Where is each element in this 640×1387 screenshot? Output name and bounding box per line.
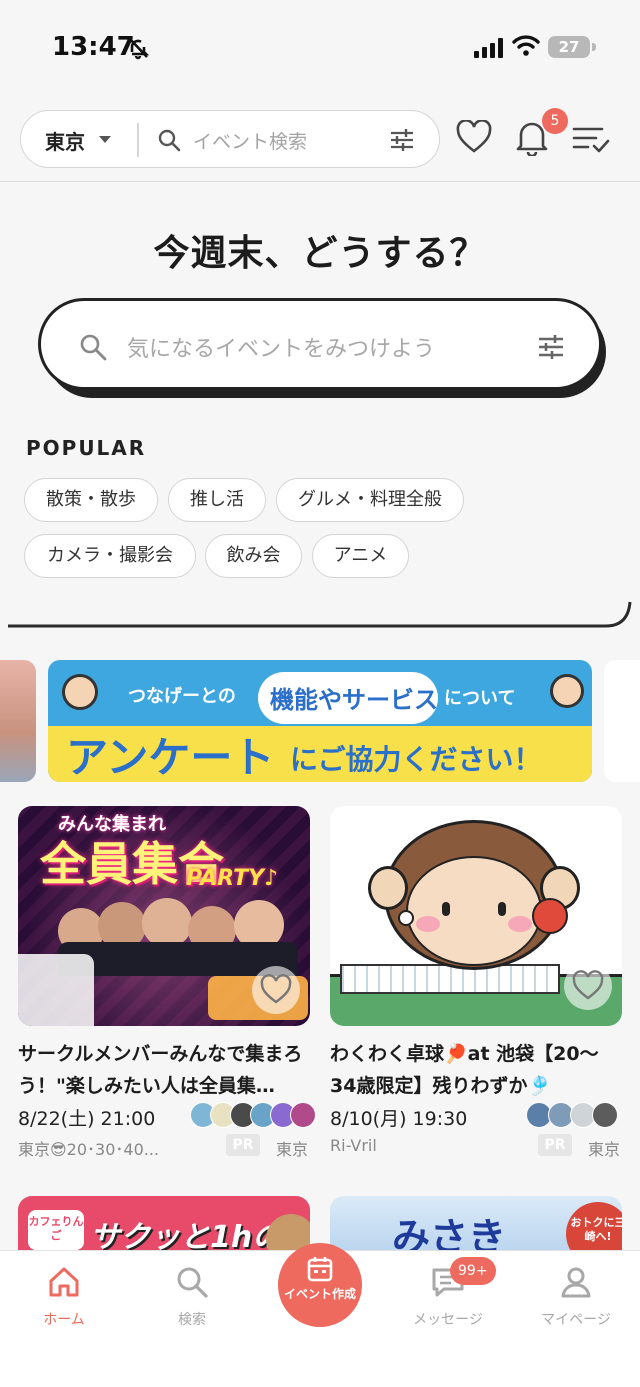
create-event-label: イベント作成 [283, 1287, 356, 1301]
filter-icon[interactable] [389, 128, 415, 152]
monkey-face [406, 856, 542, 966]
survey-banner[interactable]: つなげーとの 機能やサービス について アンケート にご協力ください！ [48, 660, 592, 782]
area-selector[interactable]: 東京 [45, 126, 85, 155]
banner-person-left [62, 674, 98, 710]
event-card[interactable]: わくわく卓球🏓at 池袋【20〜34歳限定】残りわずか🎐 8/10(月) 19:… [330, 806, 622, 1166]
main-search-bar[interactable]: 気になるイベントをみつけよう [38, 298, 602, 390]
tab-mypage[interactable]: マイページ [516, 1265, 636, 1329]
paddle-icon [532, 898, 568, 934]
favorites-heart-icon[interactable] [456, 120, 492, 154]
event-image-info-panel [18, 954, 94, 1026]
banner-text-3: について [444, 688, 516, 709]
wifi-icon [512, 35, 540, 56]
monkey-eye-left [442, 902, 450, 916]
event-title[interactable]: わくわく卓球🏓at 池袋【20〜34歳限定】残りわずか🎐 [330, 1038, 624, 1102]
chip-walk[interactable]: 散策・散歩 [24, 478, 158, 522]
tab-home-label: ホーム [43, 1312, 85, 1328]
chip-gourmet[interactable]: グルメ・料理全般 [276, 478, 464, 522]
monkey-eye-right [498, 902, 506, 916]
tab-home[interactable]: ホーム [4, 1265, 124, 1329]
search-icon [158, 129, 181, 152]
event-card-partial[interactable]: みさき おトクに三崎へ! [330, 1196, 622, 1256]
search-icon [80, 334, 107, 361]
event-image[interactable] [330, 806, 622, 1026]
chip-camera[interactable]: カメラ・撮影会 [24, 534, 196, 578]
event-area: 東京 [588, 1140, 621, 1159]
event-card[interactable]: みんな集まれ 全員集合 PARTY♪ サークルメンバーみんなで集まろう！"楽しみ… [18, 806, 316, 1166]
header-search-input[interactable]: イベント検索 [193, 127, 307, 154]
bottom-tab-bar: ホーム 検索 イベント作成 メッセージ 99+ マイページ [0, 1243, 640, 1387]
event-organizer: Ri-Vril [330, 1136, 377, 1155]
header-search-bar[interactable]: 東京 イベント検索 [20, 110, 440, 168]
banner-text-1: つなげーとの [128, 686, 236, 707]
create-event-button[interactable]: イベント作成 [278, 1243, 362, 1327]
banner-text-4: アンケート [66, 733, 275, 782]
event-image-logo: カフェりんご [28, 1210, 84, 1250]
banner-person-right [550, 674, 584, 708]
search-icon [177, 1267, 208, 1298]
chevron-down-icon[interactable] [99, 136, 111, 143]
favorite-button[interactable] [252, 966, 300, 1014]
banner-next-image[interactable] [604, 660, 640, 782]
home-icon [49, 1267, 79, 1297]
banner-prev-image[interactable] [0, 660, 36, 782]
monkey-cheek-right [508, 916, 532, 932]
event-image[interactable]: みんな集まれ 全員集合 PARTY♪ [18, 806, 310, 1026]
avatar [290, 1102, 316, 1128]
checklist-icon[interactable] [572, 124, 610, 154]
tab-mypage-label: マイページ [541, 1312, 611, 1328]
tab-messages-label: メッセージ [413, 1312, 483, 1328]
pr-badge: PR [538, 1134, 572, 1156]
event-title[interactable]: サークルメンバーみんなで集まろう！"楽しみたい人は全員集… [18, 1038, 312, 1102]
monkey-cheek-left [416, 916, 440, 932]
chip-anime[interactable]: アニメ [312, 534, 409, 578]
cellular-signal-icon [474, 38, 503, 58]
top-header: 東京 イベント検索 5 [0, 96, 640, 182]
chip-drinking[interactable]: 飲み会 [205, 534, 302, 578]
notification-badge: 5 [542, 108, 568, 134]
pr-badge: PR [226, 1134, 260, 1156]
calendar-icon [307, 1257, 333, 1282]
heart-icon [572, 970, 604, 1000]
page-title: 今週末、どうする？ [153, 233, 487, 274]
bell-off-icon [129, 38, 150, 60]
event-image-badge: おトクに三崎へ! [566, 1202, 622, 1256]
event-date: 8/22(土) 21:00 [18, 1108, 156, 1130]
event-card-partial[interactable]: カフェりんご サクッと1hの [18, 1196, 310, 1256]
event-organizer: 東京😎20･30･40... [18, 1140, 160, 1159]
user-icon [561, 1267, 591, 1298]
event-area: 東京 [276, 1140, 309, 1159]
ball-icon [398, 910, 414, 926]
battery-tip [592, 43, 596, 51]
main-search-input[interactable]: 気になるイベントをみつけよう [127, 331, 435, 363]
monkey-ear-left [368, 866, 408, 910]
tab-search-label: 検索 [178, 1312, 206, 1328]
chip-oshikatsu[interactable]: 推し活 [168, 478, 266, 522]
event-image-group-photo [58, 898, 298, 976]
banner-text-5: にご協力ください！ [290, 743, 542, 776]
event-date: 8/10(月) 19:30 [330, 1108, 468, 1130]
banner-text-2: 機能やサービス [270, 686, 438, 714]
event-image-headline: みさき [392, 1215, 507, 1256]
favorite-button[interactable] [564, 962, 612, 1010]
status-bar: 13:47 27 [0, 0, 640, 96]
battery-indicator: 27 [548, 36, 590, 58]
filter-icon[interactable] [537, 334, 565, 360]
divider [137, 123, 139, 157]
tab-search[interactable]: 検索 [132, 1265, 252, 1329]
status-time: 13:47 [52, 32, 135, 62]
popular-heading: POPULAR [26, 436, 147, 460]
event-image-party: PARTY♪ [186, 866, 279, 891]
heart-icon [260, 974, 292, 1004]
avatar [592, 1102, 618, 1128]
messages-badge: 99+ [450, 1257, 496, 1285]
event-image-net [340, 964, 560, 994]
banner-carousel[interactable]: つなげーとの 機能やサービス について アンケート にご協力ください！ [0, 660, 640, 782]
section-divider-curve [8, 601, 632, 628]
